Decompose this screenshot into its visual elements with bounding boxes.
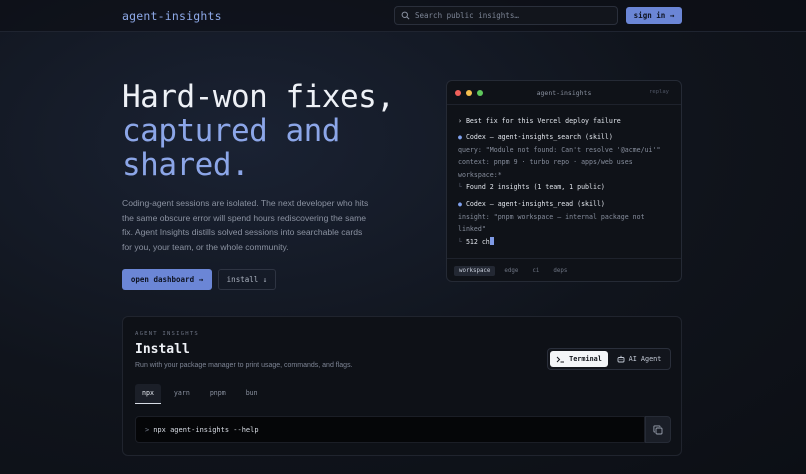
tab-yarn[interactable]: yarn [167,384,197,404]
tag-edge[interactable]: edge [499,266,523,276]
terminal-icon [556,356,565,362]
terminal-titlebar: agent-insights replay [447,81,681,105]
corner-icon: └ [458,237,466,246]
tool-call-search: ● Codex — agent-insights_search (skill) [458,131,670,143]
brand-logo[interactable]: agent-insights [122,9,222,23]
hero-title-line-2: captured and [122,113,340,149]
read-result-line: └ 512 ch [458,236,670,248]
read-result-text: 512 ch [465,237,490,246]
install-command[interactable]: > npx agent-insights --help [135,416,645,443]
terminal-output: › Best fix for this Vercel deploy failur… [447,105,681,248]
tag-workspace[interactable]: workspace [454,266,496,276]
replay-button[interactable]: replay [649,89,669,95]
ai-agent-mode-button[interactable]: AI Agent [610,351,668,367]
terminal-demo-window: agent-insights replay › Best fix for thi… [446,80,682,282]
install-command-text: npx agent-insights --help [153,425,259,434]
open-dashboard-button[interactable]: open dashboard → [122,269,212,290]
hero-description: Coding-agent sessions are isolated. The … [122,198,369,252]
package-manager-tabs: npx yarn pnpm bun [135,384,265,404]
read-insight-line-cont: linked" [458,225,486,234]
search-input[interactable] [415,11,605,20]
tool-call-read-label: Codex — agent-insights_read (skill) [465,200,605,209]
command-prompt-symbol: > [145,425,150,434]
search-context-line: context: pnpm 9 · turbo repo · apps/web … [458,158,633,167]
tab-bun[interactable]: bun [239,384,265,404]
bullet-icon: ● [458,133,466,142]
ai-agent-mode-label: AI Agent [628,355,662,363]
tag-deps[interactable]: deps [548,266,572,276]
mode-switch: Terminal AI Agent [547,348,671,370]
copy-icon [653,424,663,434]
install-title: Install [135,342,190,357]
tab-npx[interactable]: npx [135,384,161,404]
install-button[interactable]: install ↓ [218,269,276,290]
cursor-icon [489,236,494,245]
robot-icon [617,355,625,363]
corner-icon: └ [458,183,466,192]
install-kicker: AGENT INSIGHTS [135,331,199,337]
search-result-text: Found 2 insights (1 team, 1 public) [465,183,605,192]
search-context-line-cont: workspace:* [458,170,502,179]
terminal-mode-button[interactable]: Terminal [550,351,608,367]
hero-title-line-3: shared. [122,147,250,183]
search-box[interactable] [394,6,618,25]
read-insight-line: insight: "pnpm workspace — internal pack… [458,212,645,221]
sign-in-button[interactable]: sign in → [626,7,682,24]
tag-ci[interactable]: ci [527,266,544,276]
search-icon [401,11,410,20]
terminal-prompt-line: › Best fix for this Vercel deploy failur… [458,117,621,125]
search-result-line: └ Found 2 insights (1 team, 1 public) [458,181,670,193]
tool-call-search-label: Codex — agent-insights_search (skill) [465,133,613,142]
bullet-icon: ● [458,200,466,209]
top-bar: agent-insights sign in → [0,0,806,32]
terminal-title: agent-insights [536,89,592,97]
tab-pnpm[interactable]: pnpm [203,384,233,404]
search-query-line: query: "Module not found: Can't resolve … [458,145,661,154]
copy-button[interactable] [645,416,671,443]
terminal-mode-label: Terminal [569,355,602,363]
install-subtitle: Run with your package manager to print u… [135,362,353,369]
hero-title-line-1: Hard-won fixes, [122,79,395,115]
hero-title: Hard-won fixes, captured and shared. [122,79,395,183]
tool-call-read: ● Codex — agent-insights_read (skill) [458,198,670,210]
install-card: AGENT INSIGHTS Install Run with your pac… [122,316,682,456]
terminal-tags: workspace edge ci deps [447,258,681,281]
